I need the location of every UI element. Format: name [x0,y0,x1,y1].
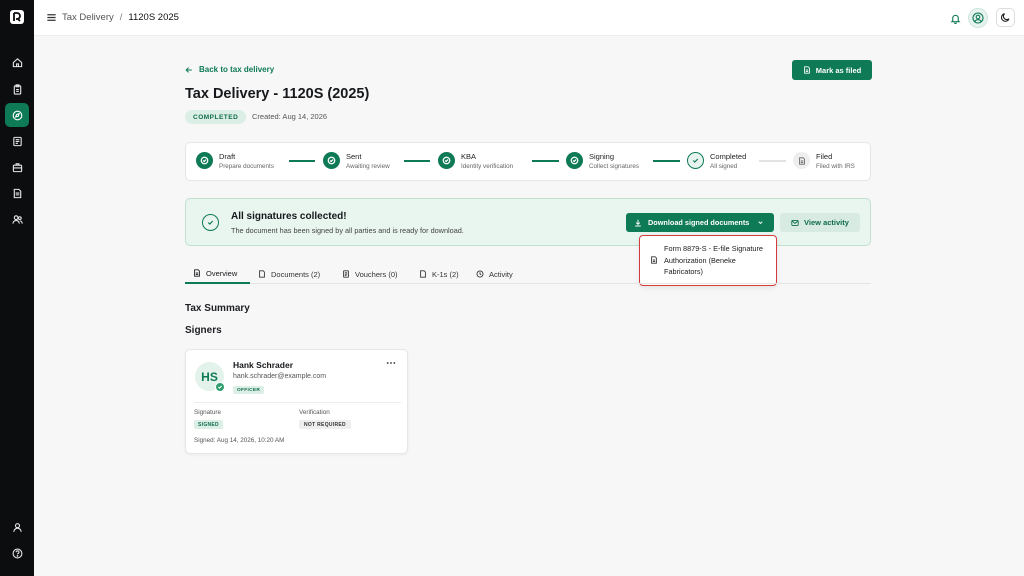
check-icon [687,152,704,169]
chevron-down-icon [758,221,763,225]
check-badge-icon [215,382,225,392]
banner-title: All signatures collected! [231,211,347,222]
tab-k1s[interactable]: K-1s (2) [419,264,459,284]
signature-status-badge: SIGNED [194,420,223,429]
tab-bar: Overview Documents (2) Vouchers (0) K-1s… [185,264,871,284]
clock-icon [476,270,484,278]
mark-as-filed-button[interactable]: Mark as filed [792,60,872,80]
step-sub: Collect signatures [589,163,640,170]
page-title: Tax Delivery - 1120S (2025) [185,86,370,102]
compass-icon[interactable] [5,103,29,127]
mail-icon [791,219,799,226]
step-label: Completed [710,152,747,161]
tab-overview[interactable]: Overview [185,264,250,284]
moon-icon[interactable] [996,8,1015,27]
step-sub: Identity verification [461,163,514,170]
file-icon [803,66,810,74]
file-icon [420,270,426,278]
tab-activity[interactable]: Activity [476,264,513,284]
view-activity-label: View activity [804,218,849,227]
step-label: Draft [219,152,236,161]
status-badge: COMPLETED [185,110,247,124]
tab-label: Documents (2) [271,269,321,279]
step-sub: Filed with IRS [816,163,855,170]
breadcrumb-separator: / [119,12,123,23]
tab-label: Overview [206,268,238,278]
tab-vouchers[interactable]: Vouchers (0) [342,264,398,284]
step-label: Sent [346,152,362,161]
briefcase-icon[interactable] [5,155,29,179]
step-signing: Signing Collect signatures [566,152,639,171]
file-icon [259,270,265,278]
verification-label: Verification [299,409,330,416]
step-label: Signing [589,152,615,161]
back-label: Back to tax delivery [199,65,275,74]
users-icon[interactable] [5,207,29,231]
step-filed: Filed Filed with IRS [793,152,855,171]
download-signed-documents-button[interactable]: Download signed documents [626,213,774,232]
left-rail [0,0,34,576]
download-icon [635,219,641,227]
step-connector [759,160,786,162]
step-connector [532,160,559,162]
step-sent: Sent Awaiting review [323,152,390,171]
check-circle-icon [566,152,583,169]
step-sub: Awaiting review [346,163,390,170]
card-divider [194,402,401,403]
step-connector [289,160,315,162]
menu-icon[interactable] [46,12,57,23]
step-label: Filed [816,152,833,161]
help-icon[interactable] [5,541,29,565]
clipboard-icon[interactable] [5,77,29,101]
step-connector [404,160,430,162]
more-options-icon[interactable] [386,360,396,366]
created-date: Created: Aug 14, 2026 [252,112,328,121]
check-circle-icon [202,214,219,231]
check-circle-icon [438,152,455,169]
download-label: Download signed documents [648,218,750,227]
signer-email: hank.schrader@example.com [233,373,327,380]
breadcrumb-current: 1120S 2025 [128,12,179,23]
tab-documents[interactable]: Documents (2) [258,264,320,284]
signer-card: HS Hank Schrader hank.schrader@example.c… [185,349,408,454]
bell-icon[interactable] [945,8,965,28]
signer-name: Hank Schrader [233,360,293,370]
document-list-icon[interactable] [5,129,29,153]
arrow-left-icon [185,66,192,73]
check-circle-icon [323,152,340,169]
progress-stepper: Draft Prepare documents Sent Awaiting revi… [185,142,871,181]
view-activity-button[interactable]: View activity [780,213,860,232]
role-badge: OFFICER [233,386,265,394]
step-completed: Completed All signed [687,152,746,171]
breadcrumb: Tax Delivery / 1120S 2025 [62,12,179,23]
signed-timestamp: Signed: Aug 14, 2026, 10:20 AM [194,437,285,444]
home-icon[interactable] [5,50,29,74]
tax-summary-heading: Tax Summary [185,303,250,314]
back-to-tax-delivery-link[interactable]: Back to tax delivery [185,65,274,74]
tab-label: Vouchers (0) [355,269,398,279]
mark-as-filed-label: Mark as filed [815,65,862,75]
document-icon [793,152,810,169]
tab-label: K-1s (2) [432,269,459,279]
step-sub: All signed [710,163,738,170]
verification-status-badge: NOT REQUIRED [299,420,351,429]
receipt-icon [343,270,349,278]
step-connector [653,160,680,162]
tab-label: Activity [489,269,513,279]
step-label: KBA [461,152,477,161]
banner-subtitle: The document has been signed by all part… [231,226,464,235]
user-circle-icon[interactable] [968,8,988,28]
step-draft: Draft Prepare documents [196,152,274,171]
signature-label: Signature [194,409,221,416]
breadcrumb-parent[interactable]: Tax Delivery [62,12,114,23]
signers-heading: Signers [185,325,222,336]
check-circle-icon [196,152,213,169]
top-bar: Tax Delivery / 1120S 2025 [34,0,1024,36]
step-kba: KBA Identity verification [438,152,513,171]
file-text-icon[interactable] [5,181,29,205]
user-icon[interactable] [5,515,29,539]
step-sub: Prepare documents [219,163,274,170]
document-icon [194,269,200,277]
app-logo-icon[interactable] [9,9,25,25]
